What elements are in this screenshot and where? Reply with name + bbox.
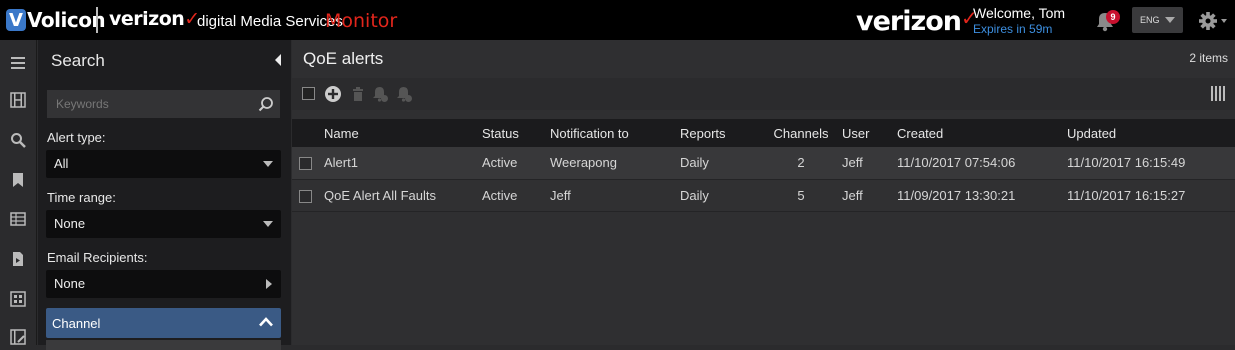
cell-status: Active	[482, 179, 550, 212]
column-header-status[interactable]: Status	[482, 119, 550, 147]
row-checkbox[interactable]	[299, 157, 312, 171]
table-row[interactable]: Alert1 Active Weerapong Daily 2 Jeff 11/…	[292, 147, 1235, 180]
cell-user: Jeff	[842, 147, 897, 180]
alert-type-select[interactable]: All	[46, 150, 281, 178]
table-header-row: Name Status Notification to Reports Chan…	[292, 119, 1235, 147]
cell-reports: Daily	[680, 147, 760, 180]
collapse-panel-icon[interactable]	[275, 54, 281, 66]
toolbar	[292, 78, 1235, 110]
email-recipients-select[interactable]: None	[46, 270, 281, 298]
column-header-select	[292, 119, 324, 147]
cell-updated: 11/10/2017 16:15:49	[1067, 147, 1235, 180]
search-panel-title: Search	[51, 51, 105, 70]
column-header-name[interactable]: Name	[324, 119, 482, 147]
icon-rail	[0, 40, 37, 345]
session-expiry: Expires in 59m	[973, 22, 1053, 36]
top-bar: V Volicon verizon✓ digital Media Service…	[0, 0, 1235, 40]
chevron-down-icon	[263, 221, 273, 227]
time-range-select[interactable]: None	[46, 210, 281, 238]
settings-gear-icon[interactable]	[1198, 10, 1228, 32]
item-count: 2 items	[1189, 51, 1228, 65]
keywords-input[interactable]	[47, 90, 280, 118]
add-alert-icon[interactable]	[324, 85, 342, 103]
cell-name: Alert1	[324, 147, 482, 180]
cell-reports: Daily	[680, 179, 760, 212]
cell-status: Active	[482, 147, 550, 180]
time-range-value: None	[54, 216, 86, 231]
cell-user: Jeff	[842, 179, 897, 212]
logo-divider	[96, 7, 98, 33]
chevron-down-icon	[263, 161, 273, 167]
row-select-cell	[292, 179, 324, 212]
volicon-v-icon: V	[6, 9, 26, 31]
column-header-created[interactable]: Created	[897, 119, 1067, 147]
cell-notification-to: Weerapong	[550, 147, 680, 180]
menu-icon[interactable]	[10, 55, 26, 71]
column-header-channels[interactable]: Channels	[760, 119, 842, 147]
welcome-text[interactable]: Welcome, Tom	[973, 5, 1065, 21]
verizon-logo-text: verizon	[109, 8, 185, 30]
volicon-logo-text: Volicon	[27, 8, 106, 32]
volicon-logo[interactable]: V Volicon	[6, 7, 106, 33]
bookmark-icon[interactable]	[10, 172, 26, 188]
table-icon[interactable]	[10, 211, 26, 227]
row-select-cell	[292, 147, 324, 180]
chevron-down-icon	[1165, 17, 1175, 23]
product-name: digital Media Services	[197, 13, 343, 30]
language-value: ENG	[1140, 15, 1160, 25]
channel-label: Channel	[52, 316, 101, 331]
chevron-right-icon	[266, 279, 272, 289]
film-edit-icon[interactable]	[10, 329, 26, 345]
table-row[interactable]: QoE Alert All Faults Active Jeff Daily 5…	[292, 179, 1235, 212]
column-chooser-icon[interactable]	[1211, 86, 1225, 101]
column-header-notification-to[interactable]: Notification to	[550, 119, 680, 147]
search-icon[interactable]	[10, 132, 26, 148]
cell-name: QoE Alert All Faults	[324, 179, 482, 212]
select-all-checkbox[interactable]	[302, 87, 315, 100]
cell-notification-to: Jeff	[550, 179, 680, 212]
verizon-brand: verizon✓	[856, 6, 978, 37]
email-recipients-value: None	[54, 276, 86, 291]
grid-icon[interactable]	[10, 291, 26, 307]
keywords-search-icon[interactable]	[258, 96, 274, 112]
delete-trash-icon[interactable]	[349, 85, 367, 103]
enable-alert-icon[interactable]	[371, 85, 389, 103]
module-name: Monitor	[325, 10, 398, 32]
row-checkbox[interactable]	[299, 189, 312, 203]
cell-created: 11/10/2017 07:54:06	[897, 147, 1067, 180]
cell-updated: 11/10/2017 16:15:27	[1067, 179, 1235, 212]
alert-type-label: Alert type:	[47, 130, 106, 145]
verizon-brand-text: verizon	[856, 6, 962, 37]
channel-section-body	[46, 340, 281, 350]
chevron-up-icon	[259, 317, 273, 327]
verizon-logo: verizon✓	[109, 8, 200, 30]
column-header-reports[interactable]: Reports	[680, 119, 760, 147]
column-header-user[interactable]: User	[842, 119, 897, 147]
disable-alert-icon[interactable]	[395, 85, 413, 103]
cell-channels: 2	[760, 147, 842, 180]
column-header-updated[interactable]: Updated	[1067, 119, 1235, 147]
email-recipients-label: Email Recipients:	[47, 250, 148, 265]
time-range-label: Time range:	[47, 190, 116, 205]
channel-section-header[interactable]: Channel	[46, 308, 281, 338]
language-select[interactable]: ENG	[1132, 7, 1183, 33]
alert-type-value: All	[54, 156, 69, 171]
page-title: QoE alerts	[303, 49, 384, 68]
alerts-table: Name Status Notification to Reports Chan…	[292, 119, 1235, 212]
cell-channels: 5	[760, 179, 842, 212]
search-panel: Search Alert type: All Time range: None …	[38, 40, 291, 350]
film-icon[interactable]	[10, 92, 26, 108]
notification-count-badge: 9	[1106, 10, 1120, 24]
main-content: QoE alerts 2 items Name Status Notificat…	[292, 40, 1235, 345]
cell-created: 11/09/2017 13:30:21	[897, 179, 1067, 212]
document-play-icon[interactable]	[10, 251, 26, 267]
